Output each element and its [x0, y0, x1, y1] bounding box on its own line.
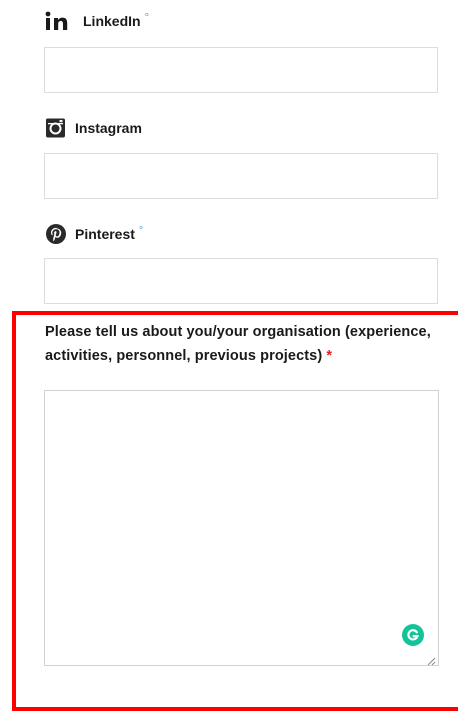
resize-handle-icon[interactable] — [426, 653, 436, 666]
about-label-text: Please tell us about you/your organisati… — [45, 324, 431, 364]
instagram-label: Instagram — [45, 117, 146, 139]
required-marker: * — [326, 348, 333, 364]
instagram-icon — [45, 118, 67, 138]
about-textarea[interactable] — [44, 390, 439, 666]
linkedin-label: LinkedIn ° — [45, 10, 149, 32]
instagram-label-text: Instagram — [75, 120, 142, 136]
linkedin-label-text: LinkedIn — [83, 13, 141, 29]
grammarly-icon[interactable] — [402, 624, 424, 646]
pinterest-icon — [45, 223, 67, 245]
pinterest-label: Pinterest ° — [45, 223, 143, 245]
pinterest-optional-marker: ° — [138, 225, 144, 237]
about-label: Please tell us about you/your organisati… — [45, 320, 445, 368]
pinterest-input[interactable] — [44, 258, 438, 304]
instagram-input[interactable] — [44, 153, 438, 199]
pinterest-label-text: Pinterest — [75, 226, 135, 242]
linkedin-icon — [45, 11, 75, 31]
linkedin-input[interactable] — [44, 47, 438, 93]
linkedin-optional-marker: ° — [144, 12, 149, 24]
